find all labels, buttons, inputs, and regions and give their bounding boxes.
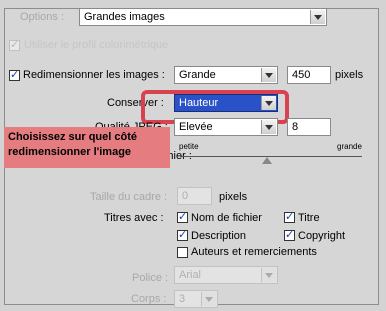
color-profile-label: Utiliser le profil colorimétrique xyxy=(24,39,169,51)
options-select[interactable]: Grandes images xyxy=(79,8,327,26)
filesize-slider-thumb[interactable] xyxy=(262,157,273,164)
titles-label: Titres avec : xyxy=(104,212,164,224)
jpeg-quality-input[interactable]: 8 xyxy=(287,118,331,136)
font-select-value: Arial xyxy=(179,269,202,281)
title-copyright-checkbox[interactable] xyxy=(284,228,295,241)
title-copyright-label: Copyright xyxy=(298,230,346,242)
title-authors-checkbox[interactable] xyxy=(177,247,188,258)
options-label: Options : xyxy=(20,11,65,23)
size-label: Corps : xyxy=(131,293,167,305)
border-unit-label: pixels xyxy=(219,191,248,203)
resize-size-select[interactable]: Grande xyxy=(174,66,278,84)
size-select-value: 3 xyxy=(179,293,186,305)
font-label: Police : xyxy=(132,272,169,284)
resize-size-value: Grande xyxy=(179,69,216,81)
callout-tooltip: Choisissez sur quel côté redimensionner … xyxy=(4,127,170,168)
color-profile-checkbox[interactable] xyxy=(9,38,20,51)
font-select[interactable]: Arial xyxy=(174,266,278,284)
chevron-down-icon xyxy=(261,120,276,134)
resize-unit-label: pixels xyxy=(335,69,364,81)
options-select-value: Grandes images xyxy=(84,11,165,23)
resize-label: Redimensionner les images : xyxy=(23,69,165,81)
title-description-label: Description xyxy=(191,230,247,242)
title-title-checkbox[interactable] xyxy=(284,210,295,223)
jpeg-quality-select[interactable]: Elevée xyxy=(174,118,278,136)
resize-pixels-input[interactable]: 450 xyxy=(287,66,331,84)
size-select[interactable]: 3 xyxy=(174,290,218,308)
chevron-down-icon xyxy=(261,68,276,82)
resize-checkbox[interactable] xyxy=(9,68,20,81)
title-description-checkbox[interactable] xyxy=(177,228,188,241)
border-label: Taille du cadre : xyxy=(90,191,168,203)
chevron-down-icon xyxy=(261,268,276,282)
title-title-label: Titre xyxy=(298,212,320,224)
jpeg-quality-value: Elevée xyxy=(179,121,213,133)
border-input[interactable]: 0 xyxy=(177,187,212,205)
chevron-down-icon xyxy=(201,292,216,306)
filesize-min-label: petite xyxy=(179,142,199,151)
title-filename-label: Nom de fichier xyxy=(191,212,262,224)
chevron-down-icon xyxy=(310,10,325,24)
title-filename-checkbox[interactable] xyxy=(177,210,188,223)
filesize-max-label: grande xyxy=(337,142,362,151)
title-authors-label: Auteurs et remerciements xyxy=(191,246,317,258)
